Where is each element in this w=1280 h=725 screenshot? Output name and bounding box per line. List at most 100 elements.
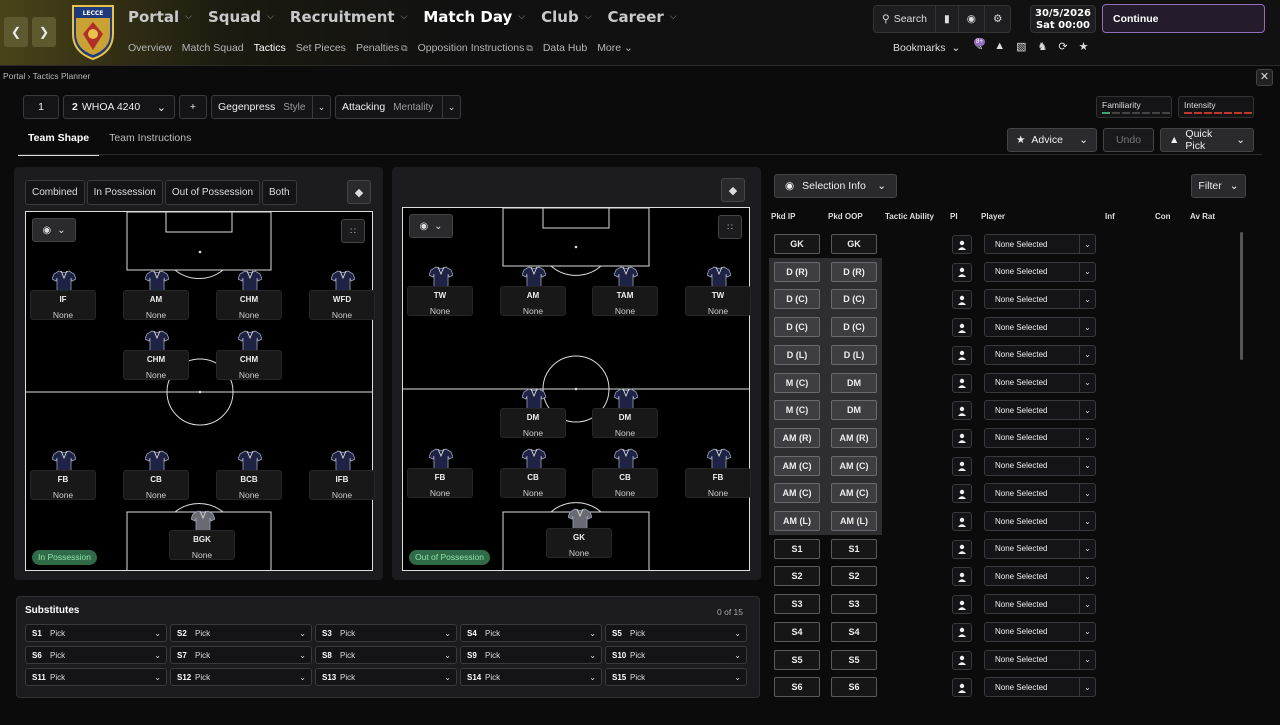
player-card[interactable]: AM None	[500, 286, 566, 316]
player-card[interactable]: CHM None	[216, 290, 282, 320]
nav-recruitment[interactable]: Recruitment ⌵	[290, 8, 407, 26]
player-select[interactable]: None Selected	[984, 594, 1080, 615]
chat-icon[interactable]: ✎ 8+	[974, 38, 985, 53]
substitute-select[interactable]: S9 Pick ⌄	[460, 646, 602, 664]
player-instructions-button[interactable]	[952, 484, 972, 504]
player-instructions-button[interactable]	[952, 595, 972, 615]
player-slot[interactable]: CHM None	[123, 330, 189, 380]
player-card[interactable]: TAM None	[592, 286, 658, 316]
player-select[interactable]: None Selected	[984, 317, 1080, 338]
col-player[interactable]: Player	[981, 212, 1005, 221]
player-select-chevron[interactable]: ⌄	[1079, 261, 1096, 282]
nav-match-day[interactable]: Match Day ⌵	[423, 8, 525, 26]
mode-combined[interactable]: Combined	[25, 180, 85, 205]
player-card[interactable]: FB None	[407, 468, 473, 498]
col-av-rat[interactable]: Av Rat	[1190, 212, 1215, 221]
player-select[interactable]: None Selected	[984, 427, 1080, 448]
player-select-chevron[interactable]: ⌄	[1079, 649, 1096, 670]
col-pkd-ip[interactable]: Pkd IP	[771, 212, 795, 221]
player-select[interactable]: None Selected	[984, 400, 1080, 421]
player-card[interactable]: CB None	[123, 470, 189, 500]
player-slot[interactable]: IF None	[30, 270, 96, 320]
bookmarks-dropdown[interactable]: Bookmarks ⌄	[893, 42, 960, 54]
player-instructions-button[interactable]	[952, 235, 972, 254]
player-select[interactable]: None Selected	[984, 289, 1080, 310]
col-pi[interactable]: PI	[950, 212, 958, 221]
player-instructions-button[interactable]	[952, 318, 972, 338]
player-card[interactable]: IF None	[30, 290, 96, 320]
player-instructions-button[interactable]	[952, 567, 972, 587]
picked-oop-position[interactable]: S3	[831, 594, 877, 615]
substitute-select[interactable]: S1 Pick ⌄	[25, 624, 167, 642]
club-crest-logo[interactable]: LECCE	[70, 4, 116, 60]
player-slot[interactable]: CB None	[123, 450, 189, 500]
col-con[interactable]: Con	[1155, 212, 1171, 221]
tactic-slot-1[interactable]: 1	[23, 95, 59, 119]
player-select-chevron[interactable]: ⌄	[1079, 538, 1096, 559]
player-select-chevron[interactable]: ⌄	[1079, 621, 1096, 642]
add-tactic-button[interactable]: +	[179, 95, 207, 119]
subnav-penalties[interactable]: Penalties ⧉	[356, 42, 408, 54]
player-instructions-button[interactable]	[952, 512, 972, 531]
picked-oop-position[interactable]: AM (L)	[831, 511, 877, 531]
player-select[interactable]: None Selected	[984, 234, 1080, 254]
nav-career[interactable]: Career ⌵	[608, 8, 677, 26]
picked-oop-position[interactable]: D (C)	[831, 317, 877, 338]
player-instructions-button[interactable]	[952, 401, 972, 421]
player-select-chevron[interactable]: ⌄	[1079, 289, 1096, 310]
subnav-set-pieces[interactable]: Set Pieces	[296, 42, 346, 54]
shirt-icon[interactable]: ▲	[994, 40, 1005, 53]
familiarity-meter[interactable]: Familiarity	[1096, 96, 1172, 118]
visibility-toggle[interactable]: ◉ ⌄	[32, 218, 76, 242]
picked-ip-position[interactable]: S6	[774, 677, 820, 698]
tactic-select[interactable]: 2 WHOA 4240 ⌄	[63, 95, 175, 119]
player-card[interactable]: AM None	[123, 290, 189, 320]
player-slot[interactable]: AM None	[500, 266, 566, 316]
picked-ip-position[interactable]: M (C)	[774, 372, 820, 393]
player-select[interactable]: None Selected	[984, 372, 1080, 393]
trophy-icon[interactable]: ★	[1079, 40, 1089, 53]
player-slot[interactable]: TW None	[685, 266, 751, 316]
grid-view-button-oop[interactable]: ∷	[718, 215, 742, 239]
quick-pick-button[interactable]: ▲ Quick Pick ⌄	[1160, 128, 1254, 152]
pitch-options-button-oop[interactable]: ◆	[721, 178, 745, 202]
back-arrow-icon[interactable]: ❮	[4, 17, 28, 47]
mode-in-possession[interactable]: In Possession	[86, 180, 163, 205]
player-instructions-button[interactable]	[952, 539, 972, 559]
player-card[interactable]: BCB None	[216, 470, 282, 500]
picked-ip-position[interactable]: M (C)	[774, 400, 820, 421]
subnav-match-squad[interactable]: Match Squad	[182, 42, 244, 54]
player-select[interactable]: None Selected	[984, 677, 1080, 698]
mode-both[interactable]: Both	[262, 180, 297, 205]
player-card[interactable]: CB None	[592, 468, 658, 498]
player-instructions-button[interactable]	[952, 290, 972, 310]
substitute-select[interactable]: S6 Pick ⌄	[25, 646, 167, 664]
picked-ip-position[interactable]: S2	[774, 566, 820, 587]
picked-ip-position[interactable]: D (C)	[774, 289, 820, 310]
game-date[interactable]: 30/5/2026 Sat 00:00	[1030, 5, 1096, 33]
player-slot[interactable]: FB None	[407, 448, 473, 498]
picked-ip-position[interactable]: AM (L)	[774, 511, 820, 531]
substitute-select[interactable]: S4 Pick ⌄	[460, 624, 602, 642]
player-select-chevron[interactable]: ⌄	[1079, 234, 1096, 254]
player-slot[interactable]: CHM None	[216, 330, 282, 380]
pitch-options-button[interactable]: ◆	[347, 180, 371, 204]
substitute-select[interactable]: S8 Pick ⌄	[315, 646, 457, 664]
style-select[interactable]: Gegenpress Style ⌄	[211, 95, 331, 119]
picked-ip-position[interactable]: D (R)	[774, 261, 820, 282]
filter-button[interactable]: Filter ⌄	[1191, 174, 1246, 198]
picked-ip-position[interactable]: S5	[774, 649, 820, 670]
subnav-overview[interactable]: Overview	[128, 42, 172, 54]
picked-ip-position[interactable]: AM (C)	[774, 483, 820, 504]
picked-ip-position[interactable]: S1	[774, 538, 820, 559]
player-slot[interactable]: FB None	[685, 448, 751, 498]
undo-button[interactable]: Undo	[1103, 128, 1154, 152]
selection-info-dropdown[interactable]: ◉ Selection Info ⌄	[774, 174, 897, 198]
intensity-meter[interactable]: Intensity	[1178, 96, 1254, 118]
player-instructions-button[interactable]	[952, 622, 972, 642]
player-select-chevron[interactable]: ⌄	[1079, 483, 1096, 504]
player-slot[interactable]: CB None	[500, 448, 566, 498]
player-slot[interactable]: DM None	[592, 388, 658, 438]
scrollbar[interactable]	[1240, 232, 1243, 360]
player-card[interactable]: CB None	[500, 468, 566, 498]
